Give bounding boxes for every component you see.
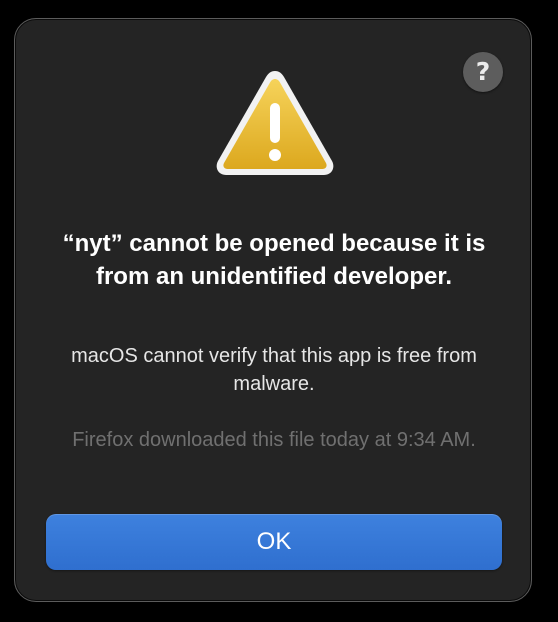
warning-triangle-icon	[216, 71, 334, 175]
dialog-message: macOS cannot verify that this app is fre…	[71, 345, 477, 395]
dialog-title: “nyt” cannot be opened because it is fro…	[62, 230, 486, 290]
help-button[interactable]: ?	[463, 52, 503, 92]
question-mark-icon: ?	[475, 57, 491, 86]
ok-button[interactable]: OK	[46, 514, 502, 570]
download-info: Firefox downloaded this file today at 9:…	[72, 429, 476, 451]
alert-dialog: ? “nyt” cannot be opened because it is f…	[14, 18, 532, 602]
